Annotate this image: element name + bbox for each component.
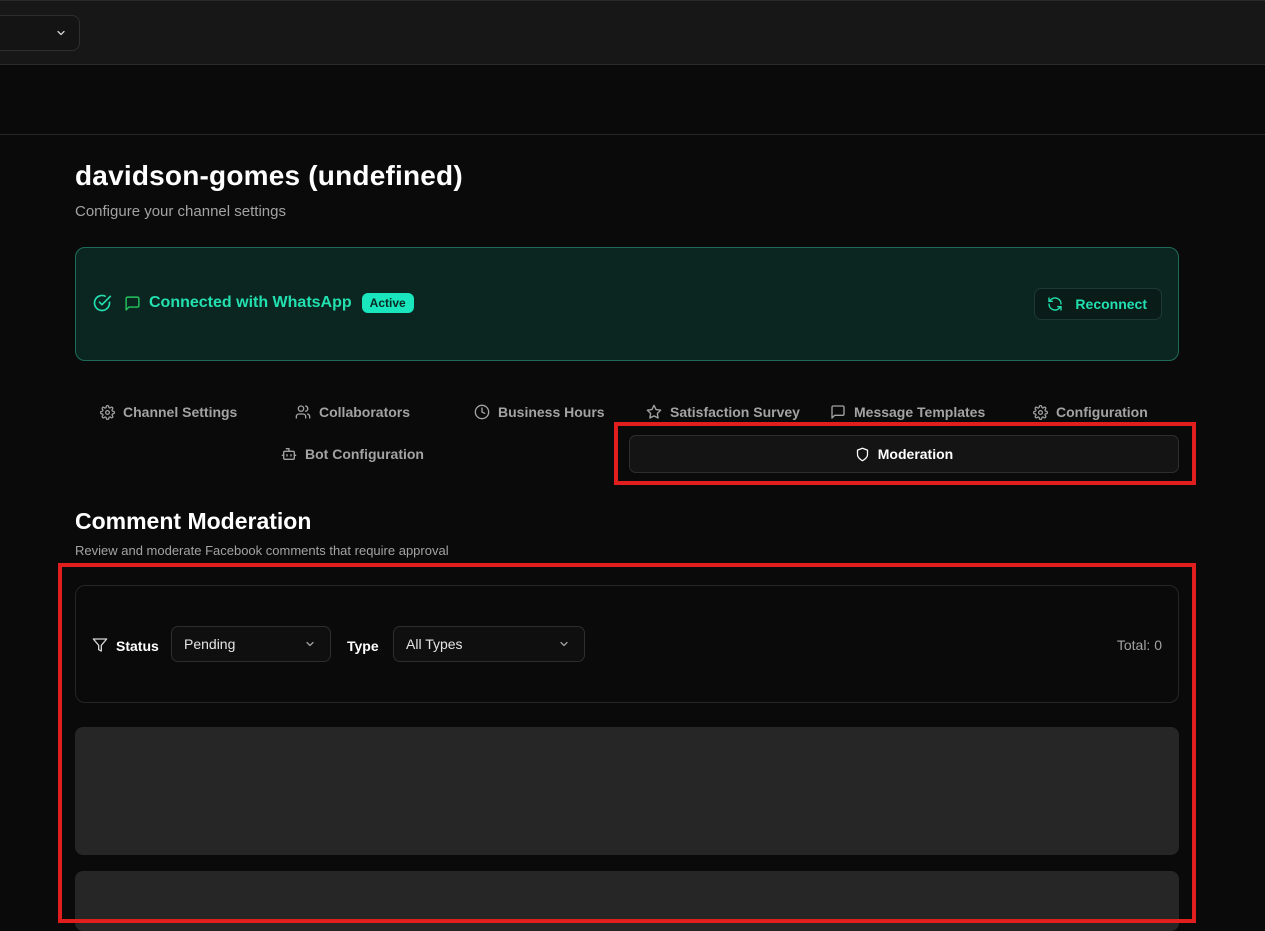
tab-moderation[interactable]: Moderation — [629, 435, 1179, 473]
tab-label: Satisfaction Survey — [670, 404, 800, 420]
chevron-down-icon — [57, 30, 65, 36]
tab-business-hours[interactable]: Business Hours — [474, 404, 605, 420]
section-title: Comment Moderation — [75, 508, 312, 534]
gear-icon — [1033, 404, 1048, 420]
connection-label: Connected with WhatsApp — [149, 294, 352, 311]
loading-skeleton — [75, 871, 1179, 931]
sub-header — [0, 65, 1265, 135]
chevron-down-icon — [560, 641, 568, 647]
status-select[interactable]: Pending — [171, 626, 331, 662]
status-select-value: Pending — [184, 636, 236, 652]
page-subtitle: Configure your channel settings — [75, 203, 286, 220]
connection-status: Connected with WhatsApp Active — [92, 293, 414, 313]
status-filter-label: Status — [116, 638, 159, 654]
star-icon — [646, 404, 662, 419]
message-icon — [831, 405, 845, 419]
tab-configuration[interactable]: Configuration — [1033, 404, 1148, 420]
status-badge: Active — [361, 293, 414, 313]
users-icon — [295, 405, 311, 419]
tab-label: Bot Configuration — [305, 446, 424, 462]
type-select[interactable]: All Types — [393, 626, 585, 662]
shield-icon — [856, 447, 868, 461]
tab-label: Moderation — [877, 446, 954, 462]
account-select[interactable] — [0, 15, 80, 51]
message-icon — [125, 295, 140, 311]
tab-label: Channel Settings — [123, 404, 238, 420]
filter-icon — [92, 638, 108, 652]
filter-card: Status Pending Type All Types Total: 0 — [75, 585, 1179, 703]
clock-icon — [474, 404, 490, 420]
tab-label: Configuration — [1056, 404, 1148, 420]
total-count: Total: 0 — [1116, 637, 1162, 653]
loading-skeleton — [75, 727, 1179, 855]
reconnect-button[interactable]: Reconnect — [1034, 288, 1162, 320]
reconnect-label: Reconnect — [1075, 296, 1147, 312]
gear-icon — [100, 404, 115, 420]
tab-satisfaction-survey[interactable]: Satisfaction Survey — [646, 404, 800, 420]
tab-label: Collaborators — [319, 404, 411, 420]
bot-icon — [281, 448, 297, 460]
connection-status-card: Connected with WhatsApp Active Reconnect — [75, 247, 1179, 361]
refresh-icon — [1048, 297, 1063, 311]
check-circle-icon — [93, 294, 112, 312]
type-select-value: All Types — [406, 636, 463, 652]
tab-label: Message Templates — [854, 404, 986, 420]
section-subtitle: Review and moderate Facebook comments th… — [75, 543, 449, 558]
tab-message-templates[interactable]: Message Templates — [830, 404, 985, 420]
tab-bot-configuration[interactable]: Bot Configuration — [281, 446, 424, 462]
type-filter-label: Type — [347, 638, 379, 654]
tab-label: Business Hours — [498, 404, 605, 420]
top-bar — [0, 0, 1265, 65]
tab-channel-settings[interactable]: Channel Settings — [100, 404, 237, 420]
page-title: davidson-gomes (undefined) — [75, 160, 463, 191]
tab-collaborators[interactable]: Collaborators — [295, 404, 410, 420]
chevron-down-icon — [306, 641, 314, 647]
